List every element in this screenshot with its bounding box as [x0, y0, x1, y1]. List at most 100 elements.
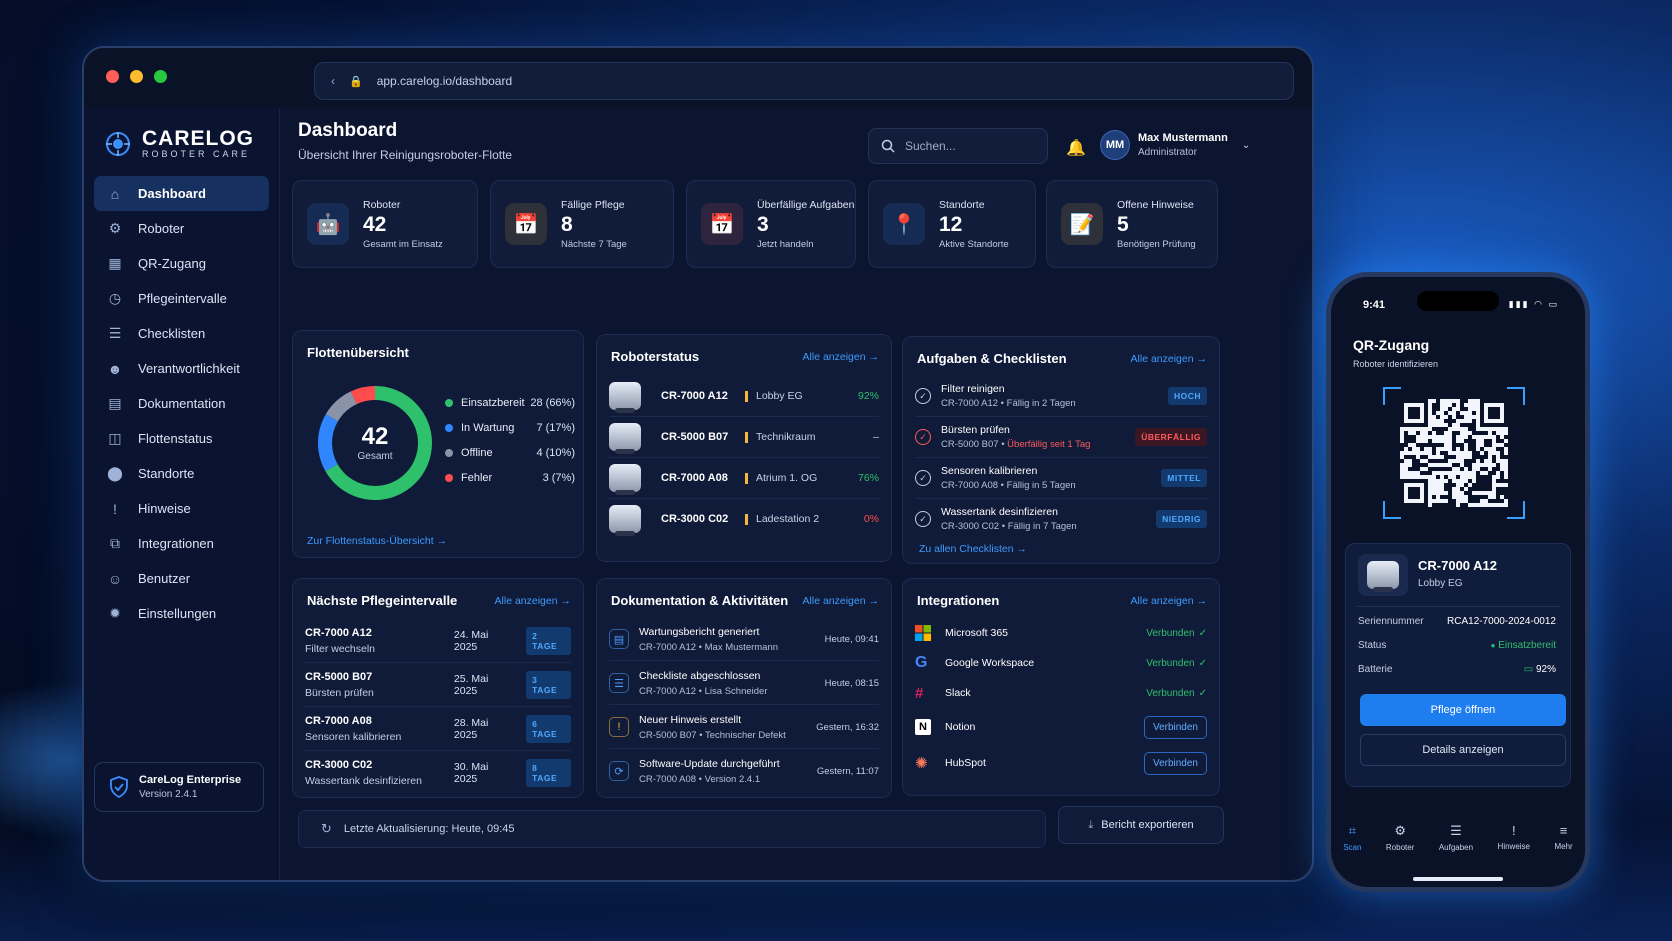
robot-row[interactable]: CR-3000 C02 Ladestation 2 0% — [609, 500, 879, 538]
activity-row[interactable]: ⟳ Software-Update durchgeführt CR-7000 A08… — [609, 751, 879, 791]
sidebar-item-pflegeintervalle[interactable]: ◷ Pflegeintervalle — [94, 281, 269, 316]
maximize-window-button[interactable] — [154, 70, 167, 83]
tasks-link[interactable]: Alle anzeigen → — [1131, 353, 1207, 365]
activity-meta: CR-5000 B07 • Technischer Defekt — [639, 729, 786, 741]
fleet-status-link[interactable]: Zur Flottenstatus-Übersicht → — [307, 535, 447, 547]
check-circle-icon[interactable]: ✓ — [915, 470, 931, 486]
status-bar: ↻ Letzte Aktualisierung: Heute, 09:45 — [298, 810, 1046, 848]
home-indicator — [1413, 877, 1503, 881]
phone-tab-roboter[interactable]: ⚙ Roboter — [1386, 823, 1414, 873]
close-window-button[interactable] — [106, 70, 119, 83]
legend-label: Offline — [461, 447, 493, 459]
interval-row[interactable]: CR-3000 C02 Wassertank desinfizieren 30. M… — [305, 753, 571, 793]
refresh-icon[interactable]: ↻ — [321, 821, 332, 837]
days-badge: 8 TAGE — [526, 759, 571, 787]
sidebar-item-label: QR-Zugang — [138, 256, 206, 271]
phone-tab-hinweise[interactable]: ! Hinweise — [1498, 823, 1530, 873]
robot-location: Atrium 1. OG — [756, 472, 818, 484]
sidebar-item-qr-zugang[interactable]: ▦ QR-Zugang — [94, 246, 269, 281]
check-circle-icon[interactable]: ✓ — [915, 511, 931, 527]
check-circle-icon[interactable]: ✓ — [915, 388, 931, 404]
task-row[interactable]: ✓ Wassertank desinfizieren CR-3000 C02 • F… — [915, 500, 1207, 538]
search-input[interactable]: Suchen... — [868, 128, 1048, 164]
robot-id: CR-5000 B07 — [661, 431, 729, 443]
integration-row[interactable]: N Notion Verbinden — [915, 713, 1207, 741]
robot-thumbnail — [609, 464, 641, 495]
notion-logo-icon: N — [915, 719, 933, 735]
activity-row[interactable]: ! Neuer Hinweis erstellt CR-5000 B07 • Tec… — [609, 707, 879, 747]
robot-image — [1358, 554, 1408, 596]
qr-scanner-frame[interactable] — [1383, 387, 1525, 519]
sidebar-item-integrationen[interactable]: ⧉ Integrationen — [94, 526, 269, 561]
robot-row[interactable]: CR-5000 B07 Technikraum – — [609, 418, 879, 456]
check-icon: ✓ — [1198, 627, 1207, 639]
legend-value: 3 (7%) — [542, 472, 575, 484]
phone-tab-scan[interactable]: ⌗ Scan — [1343, 823, 1361, 873]
sidebar-item-flottenstatus[interactable]: ◫ Flottenstatus — [94, 421, 269, 456]
sidebar-item-verantwortlichkeit[interactable]: ☻ Verantwortlichkeit — [94, 351, 269, 386]
integration-row[interactable]: G Google Workspace Verbunden ✓ — [915, 649, 1207, 677]
task-row[interactable]: ✓ Bürsten prüfen CR-5000 B07 • Überfällig … — [915, 418, 1207, 456]
integration-row[interactable]: # Slack Verbunden ✓ — [915, 679, 1207, 707]
task-row[interactable]: ✓ Filter reinigen CR-7000 A12 • Fällig in … — [915, 377, 1207, 415]
sidebar-item-label: Dokumentation — [138, 396, 226, 411]
robot-battery: 76% — [857, 472, 879, 484]
integrations-link[interactable]: Alle anzeigen → — [1131, 595, 1207, 607]
robot-row[interactable]: CR-7000 A12 Lobby EG 92% — [609, 377, 879, 415]
back-arrow-icon[interactable]: ‹ — [331, 74, 335, 88]
sidebar-item-dokumentation[interactable]: ▤ Dokumentation — [94, 386, 269, 421]
bell-icon[interactable]: 🔔 — [1066, 138, 1086, 158]
robot-row[interactable]: CR-7000 A08 Atrium 1. OG 76% — [609, 459, 879, 497]
export-report-button[interactable]: ⤓ Bericht exportieren — [1058, 806, 1224, 844]
activities-link[interactable]: Alle anzeigen → — [803, 595, 879, 607]
brand-logo[interactable]: CARELOG ROBOTER CARE — [84, 108, 279, 168]
enterprise-badge[interactable]: CareLog Enterprise Version 2.4.1 — [94, 762, 264, 812]
interval-row[interactable]: CR-7000 A12 Filter wechseln 24. Mai 2025 2 … — [305, 621, 571, 661]
stat-value: 3 — [757, 212, 769, 236]
integration-row[interactable]: Microsoft 365 Verbunden ✓ — [915, 619, 1207, 647]
connect-button[interactable]: Verbinden — [1143, 715, 1207, 739]
intervals-link[interactable]: Alle anzeigen → — [495, 595, 571, 607]
all-checklists-link[interactable]: Zu allen Checklisten → — [919, 543, 1027, 555]
robot-status-link[interactable]: Alle anzeigen → — [803, 351, 879, 363]
connect-button[interactable]: Verbinden — [1143, 751, 1207, 775]
activity-row[interactable]: ☰ Checkliste abgeschlossen CR-7000 A12 • L… — [609, 663, 879, 703]
open-care-button[interactable]: Pflege öffnen — [1360, 694, 1566, 726]
user-menu[interactable]: MM Max Mustermann Administrator ⌄ — [1100, 130, 1250, 160]
stat-card-überfällige-aufgaben[interactable]: 📅 Überfällige Aufgaben 3 Jetzt handeln — [686, 180, 856, 268]
tasks-title: Aufgaben & Checklisten — [917, 351, 1067, 366]
sidebar-item-checklisten[interactable]: ☰ Checklisten — [94, 316, 269, 351]
activity-row[interactable]: ▤ Wartungsbericht generiert CR-7000 A12 • … — [609, 619, 879, 659]
legend-value: 28 (66%) — [530, 397, 575, 409]
minimize-window-button[interactable] — [130, 70, 143, 83]
check-circle-icon[interactable]: ✓ — [915, 429, 931, 445]
sidebar-item-hinweise[interactable]: ! Hinweise — [94, 491, 269, 526]
task-row[interactable]: ✓ Sensoren kalibrieren CR-7000 A08 • Fälli… — [915, 459, 1207, 497]
address-bar[interactable]: ‹ 🔒 app.carelog.io/dashboard — [314, 62, 1294, 100]
sidebar-item-einstellungen[interactable]: ✹ Einstellungen — [94, 596, 269, 631]
battery-label: Batterie — [1358, 664, 1393, 675]
robot-thumbnail — [609, 423, 641, 454]
phone-tab-mehr[interactable]: ≡ Mehr — [1554, 823, 1572, 873]
details-button[interactable]: Details anzeigen — [1360, 734, 1566, 766]
phone-tab-aufgaben[interactable]: ☰ Aufgaben — [1439, 823, 1473, 873]
interval-row[interactable]: CR-7000 A08 Sensoren kalibrieren 28. Mai 2… — [305, 709, 571, 749]
stat-label: Überfällige Aufgaben — [757, 198, 855, 211]
checklist-icon: ☰ — [609, 673, 629, 693]
stat-card-fällige-pflege[interactable]: 📅 Fällige Pflege 8 Nächste 7 Tage — [490, 180, 674, 268]
stat-card-roboter[interactable]: 🤖 Roboter 42 Gesamt im Einsatz — [292, 180, 478, 268]
sidebar-item-benutzer[interactable]: ☺ Benutzer — [94, 561, 269, 596]
sidebar-item-standorte[interactable]: ⬤ Standorte — [94, 456, 269, 491]
sidebar-item-roboter[interactable]: ⚙ Roboter — [94, 211, 269, 246]
sidebar-item-label: Benutzer — [138, 571, 191, 586]
serial-value: RCA12-7000-2024-0012 — [1447, 616, 1556, 627]
download-icon: ⤓ — [1088, 818, 1094, 831]
intervals-card: Nächste Pflegeintervalle Alle anzeigen →… — [292, 578, 584, 798]
integration-row[interactable]: ✺ HubSpot Verbinden — [915, 749, 1207, 777]
task-due: Fällig in 7 Tagen — [1007, 521, 1077, 532]
interval-row[interactable]: CR-5000 B07 Bürsten prüfen 25. Mai 2025 3 T… — [305, 665, 571, 705]
sidebar-item-dashboard[interactable]: ⌂ Dashboard — [94, 176, 269, 211]
task-due: Überfällig seit 1 Tag — [1007, 439, 1091, 450]
stat-card-offene-hinweise[interactable]: 📝 Offene Hinweise 5 Benötigen Prüfung — [1046, 180, 1218, 268]
stat-card-standorte[interactable]: 📍 Standorte 12 Aktive Standorte — [868, 180, 1036, 268]
